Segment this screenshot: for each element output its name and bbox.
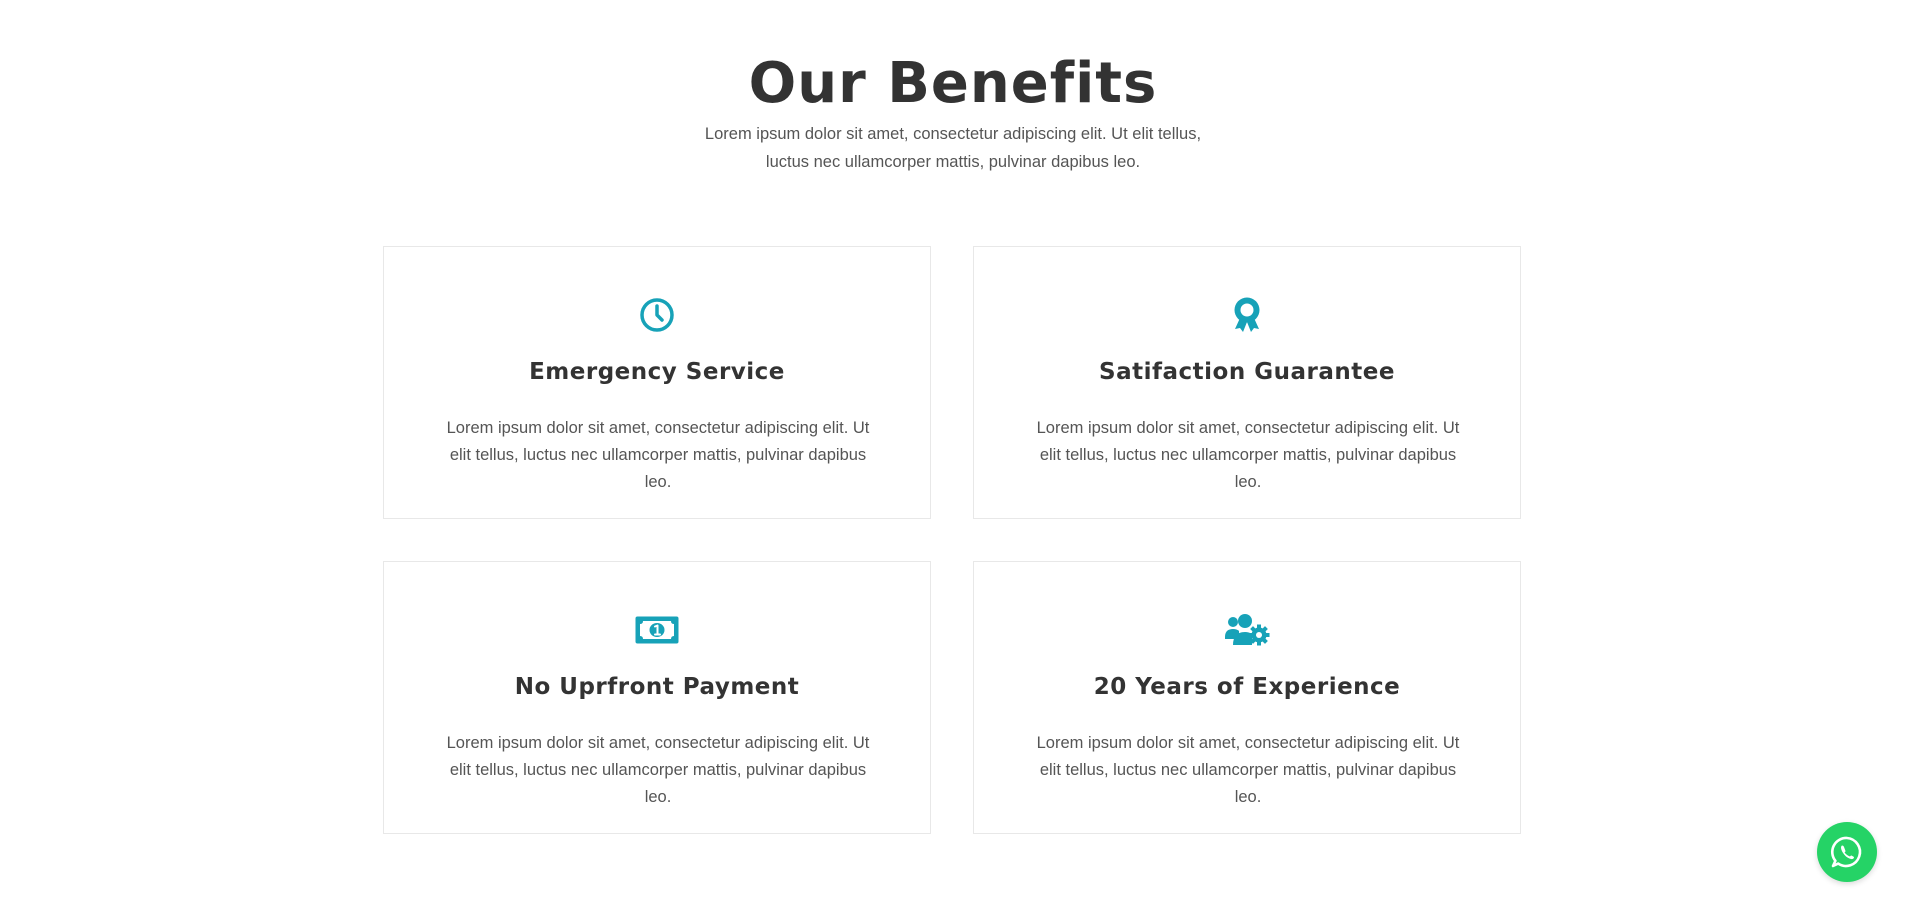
- benefit-card-no-upfront-payment: No Uprfront Payment Lorem ipsum dolor si…: [383, 561, 931, 834]
- benefit-description: Lorem ipsum dolor sit amet, consectetur …: [446, 419, 870, 491]
- benefit-title: Satifaction Guarantee: [1099, 359, 1395, 385]
- benefits-section: Our Benefits Lorem ipsum dolor sit amet,…: [0, 0, 1906, 909]
- users-cog-icon: [974, 610, 1520, 650]
- money-bill-icon: [384, 610, 930, 650]
- clock-icon: [384, 295, 930, 335]
- section-title: Our Benefits: [748, 51, 1158, 116]
- benefit-title: Emergency Service: [529, 359, 785, 385]
- benefit-card-emergency-service: Emergency Service Lorem ipsum dolor sit …: [383, 246, 931, 519]
- whatsapp-chat-button[interactable]: [1817, 822, 1877, 882]
- award-icon: [974, 295, 1520, 335]
- benefit-description: Lorem ipsum dolor sit amet, consectetur …: [1036, 734, 1460, 806]
- benefit-description: Lorem ipsum dolor sit amet, consectetur …: [446, 734, 870, 806]
- benefit-card-years-of-experience: 20 Years of Experience Lorem ipsum dolor…: [973, 561, 1521, 834]
- benefit-card-satisfaction-guarantee: Satifaction Guarantee Lorem ipsum dolor …: [973, 246, 1521, 519]
- benefit-description: Lorem ipsum dolor sit amet, consectetur …: [1036, 419, 1460, 491]
- benefit-title: 20 Years of Experience: [1093, 674, 1401, 700]
- benefit-title: No Uprfront Payment: [514, 674, 800, 700]
- whatsapp-icon: [1830, 836, 1862, 868]
- section-subtitle: Lorem ipsum dolor sit amet, consectetur …: [704, 125, 1202, 171]
